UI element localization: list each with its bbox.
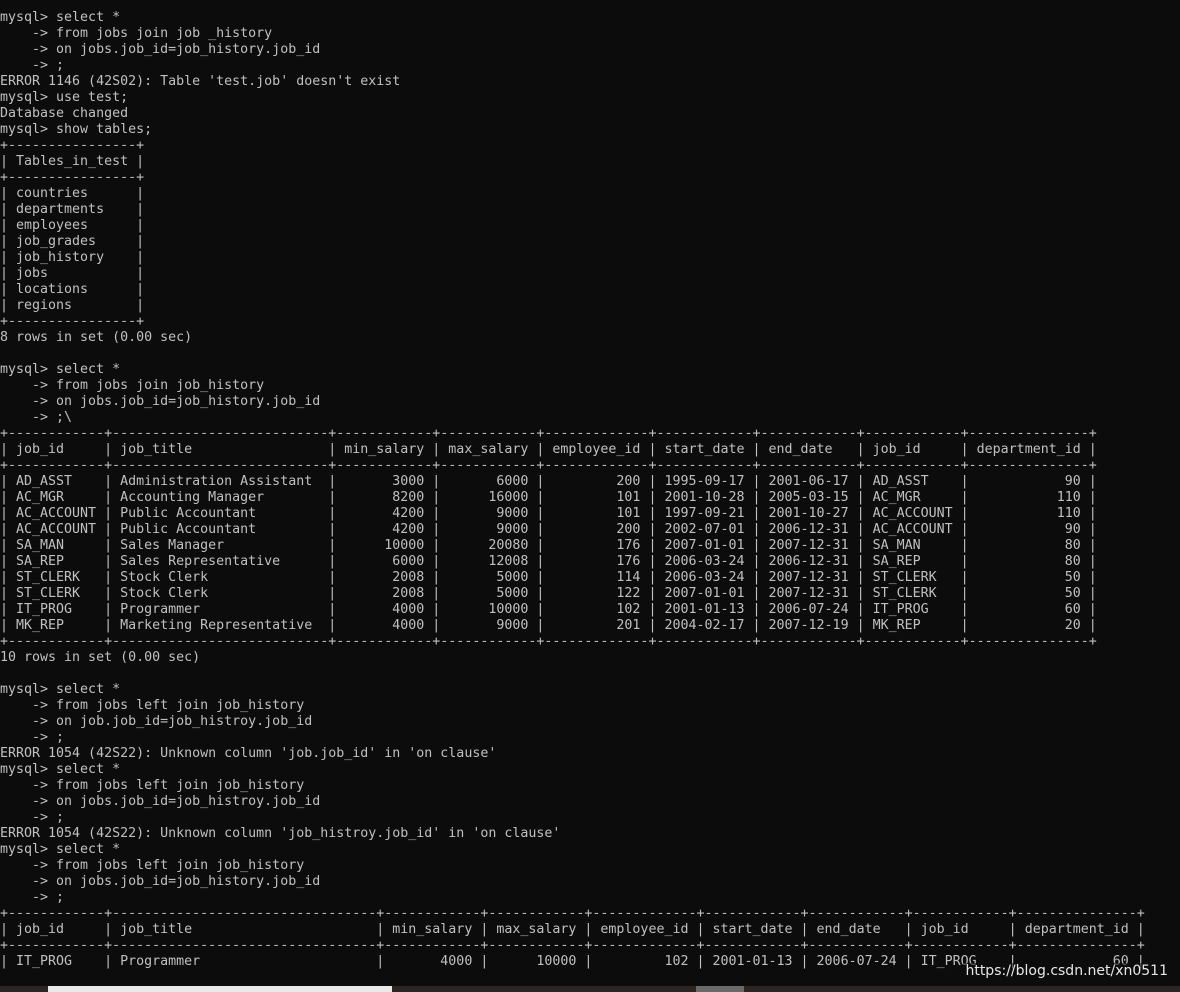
terminal-line: ERROR 1054 (42S22): Unknown column 'job_… xyxy=(0,826,561,841)
terminal-line: +------------+--------------------------… xyxy=(0,634,1097,649)
terminal-line: -> ; xyxy=(0,810,65,825)
terminal-line: | employees | xyxy=(0,218,145,233)
terminal-line: | locations | xyxy=(0,282,145,297)
terminal-line: 8 rows in set (0.00 sec) xyxy=(0,330,193,345)
terminal-line: mysql> select * xyxy=(0,682,121,697)
terminal-line: -> from jobs join job_history xyxy=(0,378,265,393)
terminal-line: +----------------+ xyxy=(0,138,145,153)
terminal-line: -> ; xyxy=(0,730,65,745)
terminal-line: | SA_MAN | Sales Manager | 10000 | 20080… xyxy=(0,538,1097,553)
terminal-line: | countries | xyxy=(0,186,145,201)
terminal-line: -> on jobs.job_id=job_history.job_id xyxy=(0,874,321,889)
taskbar-thumbnail[interactable] xyxy=(696,986,744,992)
terminal-line: | regions | xyxy=(0,298,145,313)
terminal-line: | ST_CLERK | Stock Clerk | 2008 | 5000 |… xyxy=(0,570,1097,585)
terminal-line: -> on jobs.job_id=job_histroy.job_id xyxy=(0,794,321,809)
terminal-line: | job_id | job_title | min_salary | max_… xyxy=(0,922,1145,937)
terminal-line: | jobs | xyxy=(0,266,145,281)
terminal-line: -> from jobs join job _history xyxy=(0,26,273,41)
terminal-line: | AD_ASST | Administration Assistant | 3… xyxy=(0,474,1097,489)
terminal-line: -> on job.job_id=job_histroy.job_id xyxy=(0,714,313,729)
terminal-line: -> ; xyxy=(0,890,65,905)
terminal-line: mysql> show tables; xyxy=(0,122,153,137)
terminal-line: Database changed xyxy=(0,106,129,121)
terminal-line: | AC_ACCOUNT | Public Accountant | 4200 … xyxy=(0,522,1097,537)
terminal-line: | AC_MGR | Accounting Manager | 8200 | 1… xyxy=(0,490,1097,505)
terminal-line: -> from jobs left join job_history xyxy=(0,858,305,873)
terminal-line: -> ;\ xyxy=(0,410,73,425)
taskbar xyxy=(0,986,1180,992)
terminal-line: | Tables_in_test | xyxy=(0,154,145,169)
terminal-line: mysql> select * xyxy=(0,762,121,777)
terminal-line: -> ; xyxy=(0,58,65,73)
terminal-line: | AC_ACCOUNT | Public Accountant | 4200 … xyxy=(0,506,1097,521)
taskbar-active-window[interactable] xyxy=(48,986,392,992)
terminal-line: | departments | xyxy=(0,202,145,217)
terminal-window[interactable]: mysql> select * -> from jobs join job _h… xyxy=(0,10,1180,986)
terminal-line: | ST_CLERK | Stock Clerk | 2008 | 5000 |… xyxy=(0,586,1097,601)
terminal-line: | job_history | xyxy=(0,250,145,265)
terminal-line: +----------------+ xyxy=(0,170,145,185)
terminal-line: | MK_REP | Marketing Representative | 40… xyxy=(0,618,1097,633)
terminal-line: | job_id | job_title | min_salary | max_… xyxy=(0,442,1097,457)
terminal-line: -> from jobs left join job_history xyxy=(0,778,305,793)
terminal-line: +------------+--------------------------… xyxy=(0,426,1097,441)
terminal-line: +------------+--------------------------… xyxy=(0,938,1145,953)
terminal-line: | SA_REP | Sales Representative | 6000 |… xyxy=(0,554,1097,569)
terminal-line: -> on jobs.job_id=job_history.job_id xyxy=(0,42,321,57)
terminal-line: -> on jobs.job_id=job_history.job_id xyxy=(0,394,321,409)
terminal-line: mysql> select * xyxy=(0,10,121,25)
terminal-line: mysql> select * xyxy=(0,842,121,857)
terminal-line: ERROR 1146 (42S02): Table 'test.job' doe… xyxy=(0,74,401,89)
terminal-line: +----------------+ xyxy=(0,314,145,329)
terminal-line: +------------+--------------------------… xyxy=(0,906,1145,921)
terminal-line: +------------+--------------------------… xyxy=(0,458,1097,473)
terminal-line: mysql> use test; xyxy=(0,90,129,105)
terminal-line: | job_grades | xyxy=(0,234,145,249)
terminal-line: -> from jobs left join job_history xyxy=(0,698,305,713)
terminal-line: 10 rows in set (0.00 sec) xyxy=(0,650,201,665)
watermark-text: https://blog.csdn.net/xn0511 xyxy=(963,963,1170,979)
terminal-line: mysql> select * xyxy=(0,362,121,377)
terminal-line: ERROR 1054 (42S22): Unknown column 'job.… xyxy=(0,746,497,761)
terminal-line: | IT_PROG | Programmer | 4000 | 10000 | … xyxy=(0,602,1097,617)
